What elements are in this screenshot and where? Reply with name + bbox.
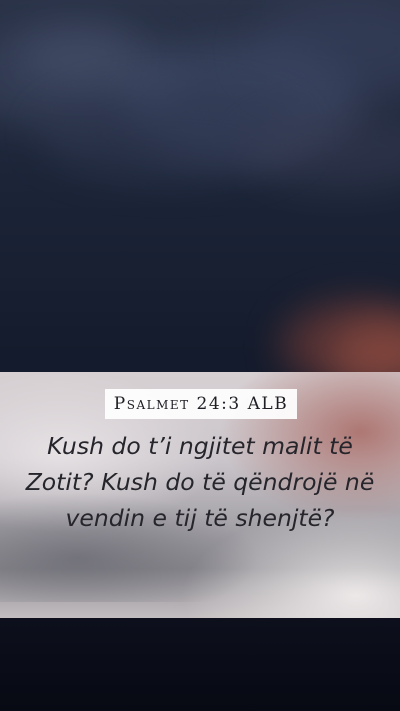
verse-wallpaper: Psalmet 24:3 ALB Kush do t’i ngjitet mal… <box>0 0 400 711</box>
verse-banner: Psalmet 24:3 ALB Kush do t’i ngjitet mal… <box>0 372 400 618</box>
verse-reference: Psalmet 24:3 ALB <box>105 389 297 419</box>
bottom-dark-band <box>0 618 400 711</box>
verse-text: Kush do t’i ngjitet malit të Zotit? Kush… <box>25 432 375 532</box>
sky-clouds-background <box>0 0 400 372</box>
cloud-shape <box>20 30 140 90</box>
